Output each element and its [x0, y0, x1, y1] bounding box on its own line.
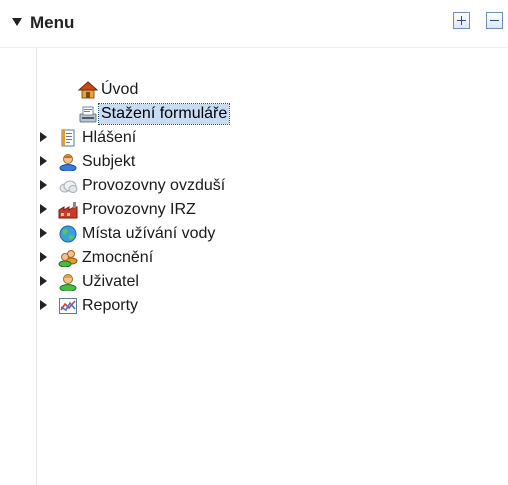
report-document-icon	[58, 129, 78, 147]
menu-panel: Menu Úvod Stažení formuláře Hlášení Subj…	[0, 0, 508, 485]
expand-arrow-icon[interactable]	[40, 132, 47, 142]
expand-all-button[interactable]	[453, 12, 470, 29]
tree-item-stazeni-formulare[interactable]: Stažení formuláře	[0, 102, 508, 126]
tree-item-label: Uživatel	[82, 273, 139, 290]
cloud-icon	[58, 177, 78, 195]
expand-arrow-icon[interactable]	[40, 252, 47, 262]
tree-item-label: Stažení formuláře	[97, 103, 231, 125]
expand-arrow-icon[interactable]	[40, 156, 47, 166]
tree-item-label: Provozovny ovzduší	[82, 177, 226, 194]
expand-arrow-icon[interactable]	[40, 276, 47, 286]
subject-user-icon	[58, 153, 78, 171]
menu-title: Menu	[30, 13, 75, 32]
minus-icon	[490, 20, 499, 21]
collapse-menu-arrow-icon[interactable]	[12, 18, 22, 26]
tree-item-label: Hlášení	[82, 129, 137, 146]
download-form-icon	[78, 105, 98, 123]
menu-tree: Úvod Stažení formuláře Hlášení Subjekt P…	[0, 48, 508, 485]
tree-item-provozovny-ovzdusi[interactable]: Provozovny ovzduší	[0, 174, 508, 198]
tree-item-reporty[interactable]: Reporty	[0, 294, 508, 318]
tree-item-label: Místa užívání vody	[82, 225, 216, 242]
tree-item-uzivatel[interactable]: Uživatel	[0, 270, 508, 294]
user-icon	[58, 273, 78, 291]
chart-icon	[58, 297, 78, 315]
expand-arrow-icon[interactable]	[40, 180, 47, 190]
factory-icon	[58, 201, 78, 219]
tree-item-hlaseni[interactable]: Hlášení	[0, 126, 508, 150]
home-icon	[78, 81, 98, 99]
expand-arrow-icon[interactable]	[40, 204, 47, 214]
tree-item-label: Reporty	[82, 297, 139, 314]
plus-icon-v	[461, 16, 462, 25]
expand-arrow-icon[interactable]	[40, 300, 47, 310]
tree-item-label: Subjekt	[82, 153, 136, 170]
tree-item-mista-uzivani-vody[interactable]: Místa užívání vody	[0, 222, 508, 246]
tree-item-zmocneni[interactable]: Zmocnění	[0, 246, 508, 270]
expand-arrow-icon[interactable]	[40, 228, 47, 238]
tree-item-uvod[interactable]: Úvod	[0, 78, 508, 102]
tree-item-label: Zmocnění	[82, 249, 154, 266]
tree-item-provozovny-irz[interactable]: Provozovny IRZ	[0, 198, 508, 222]
users-icon	[58, 249, 78, 267]
collapse-all-button[interactable]	[486, 12, 503, 29]
tree-item-label: Provozovny IRZ	[82, 201, 196, 218]
tree-item-label: Úvod	[101, 81, 139, 98]
menu-header: Menu	[0, 0, 508, 48]
tree-item-subjekt[interactable]: Subjekt	[0, 150, 508, 174]
globe-icon	[58, 225, 78, 243]
